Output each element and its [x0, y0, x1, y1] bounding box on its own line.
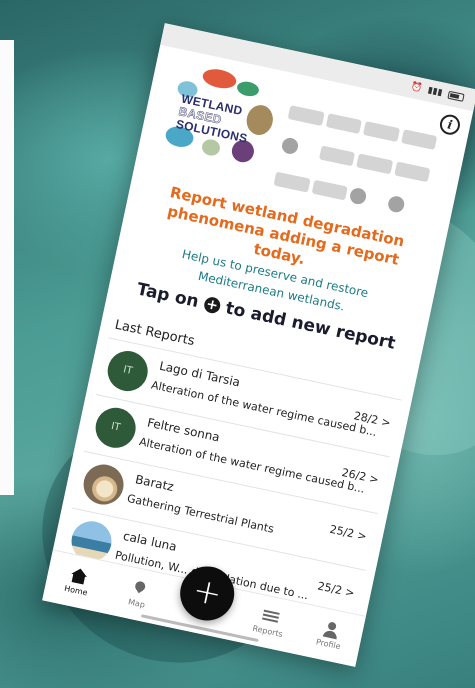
battery-icon [447, 90, 465, 102]
list-icon [261, 608, 280, 627]
partner-logo [355, 153, 393, 175]
avatar: IT [103, 347, 152, 395]
partner-logo [393, 161, 431, 183]
tab-profile[interactable]: Profile [303, 617, 358, 654]
partner-logo [400, 129, 438, 151]
report-title: Baratz [133, 472, 175, 494]
partner-logo [311, 179, 348, 201]
map-pin-icon [130, 580, 149, 599]
alarm-icon: ⏰ [409, 81, 423, 94]
tap-prefix: Tap on [134, 279, 201, 313]
tab-reports-label: Reports [251, 623, 284, 639]
partner-logo [362, 121, 400, 143]
home-icon [69, 567, 88, 586]
tab-map[interactable]: Map [111, 576, 166, 613]
partner-logo [280, 136, 300, 156]
tab-reports[interactable]: Reports [242, 604, 297, 641]
wetland-based-solutions-logo: WETLAND BASED SOLUTIONS [158, 61, 286, 182]
partner-logo [325, 113, 362, 135]
partner-logo [318, 145, 355, 167]
partner-logos [272, 99, 438, 223]
profile-icon [322, 621, 341, 640]
plus-circle-icon: + [202, 295, 222, 315]
signal-icon: ▮▮▮ [426, 85, 444, 99]
tab-home[interactable]: Home [51, 563, 106, 600]
background-card-edge [0, 40, 14, 495]
report-title: cala luna [121, 528, 178, 554]
tab-map-label: Map [127, 597, 146, 610]
partner-logo [273, 171, 311, 193]
partner-logo [386, 194, 406, 214]
wwf-logo [348, 186, 368, 206]
partner-logo [287, 105, 325, 127]
avatar-photo [79, 460, 128, 509]
avatar: IT [91, 404, 140, 452]
